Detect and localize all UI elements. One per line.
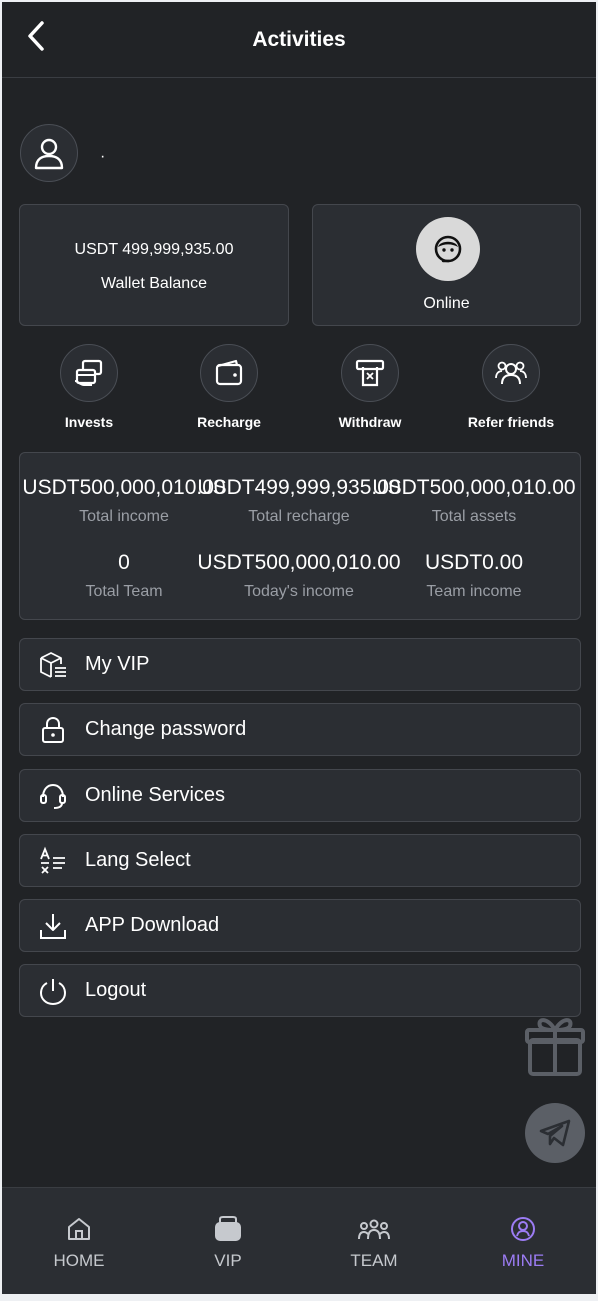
stat-team-income: USDT0.00 Team income — [425, 551, 523, 601]
stat-label: Total recharge — [248, 508, 350, 525]
stat-label: Total assets — [431, 508, 517, 525]
stat-value: USDT0.00 — [424, 551, 524, 574]
stat-total-recharge: USDT499,999,935.00 Total recharge — [197, 476, 400, 526]
menu-item-lang-select[interactable]: Lang Select — [19, 834, 581, 887]
quick-label: Withdraw — [338, 414, 402, 430]
menu-item-app-download[interactable]: APP Download — [19, 899, 581, 952]
language-icon-wrap — [38, 846, 68, 876]
tab-label: TEAM — [350, 1251, 398, 1270]
stat-todays-income: USDT500,000,010.00 Today's income — [197, 551, 400, 601]
user-icon — [34, 138, 64, 170]
quick-label: Invests — [64, 414, 114, 430]
menu-item-my-vip[interactable]: My VIP — [19, 638, 581, 691]
download-icon — [40, 913, 66, 939]
team-icon — [358, 1219, 390, 1240]
vip-box-icon-wrap — [38, 650, 68, 680]
atm-icon — [355, 359, 385, 387]
online-service-card[interactable]: Online — [312, 204, 581, 326]
quick-invests[interactable]: Invests — [29, 344, 149, 430]
lock-icon — [42, 716, 64, 743]
menu-label: APP Download — [85, 914, 220, 936]
lock-icon-wrap — [38, 715, 68, 745]
menu-item-change-password[interactable]: Change password — [19, 703, 581, 756]
gift-button[interactable] — [524, 1014, 586, 1078]
tab-home[interactable]: HOME — [29, 1216, 129, 1271]
tab-label: MINE — [501, 1251, 545, 1270]
language-icon — [40, 846, 65, 874]
quick-recharge[interactable]: Recharge — [169, 344, 289, 430]
quick-label: Recharge — [197, 414, 261, 430]
stat-value: USDT500,000,010.00 — [22, 476, 226, 499]
menu-item-logout[interactable]: Logout — [19, 964, 581, 1017]
headset-icon — [40, 783, 66, 809]
quick-label: Refer friends — [467, 414, 555, 430]
tab-label: VIP — [214, 1251, 242, 1270]
stat-label: Team income — [426, 583, 522, 600]
wallet-card[interactable]: USDT 499,999,935.00 Wallet Balance — [19, 204, 289, 326]
invest-icon — [74, 359, 103, 386]
customer-service-icon — [434, 235, 462, 263]
stat-total-income: USDT500,000,010.00 Total income — [22, 476, 225, 526]
tab-label: HOME — [53, 1251, 105, 1270]
header-bar: Activities — [2, 2, 596, 78]
menu-item-online-services[interactable]: Online Services — [19, 769, 581, 822]
username: · — [100, 148, 106, 165]
stat-label: Today's income — [244, 583, 354, 600]
home-icon — [68, 1218, 90, 1240]
avatar[interactable] — [20, 124, 78, 182]
telegram-icon — [539, 1119, 571, 1147]
wallet-icon-circle — [200, 344, 258, 402]
stat-label: Total Team — [85, 583, 163, 600]
wallet-amount: USDT 499,999,935.00 — [74, 241, 234, 258]
menu-label: Change password — [85, 718, 247, 740]
telegram-button[interactable] — [525, 1103, 585, 1163]
menu-label: My VIP — [85, 653, 150, 675]
vip-icon — [215, 1216, 241, 1241]
online-icon-circle — [416, 217, 480, 281]
friends-icon-circle — [482, 344, 540, 402]
stat-label: Total income — [79, 508, 169, 525]
stat-value: 0 — [118, 551, 130, 574]
mine-icon — [511, 1217, 535, 1241]
power-icon-wrap — [38, 976, 68, 1006]
menu-label: Lang Select — [85, 849, 191, 871]
gift-icon — [525, 1018, 585, 1076]
power-icon — [39, 978, 67, 1005]
online-label: Online — [423, 295, 470, 312]
tab-mine[interactable]: MINE — [473, 1216, 573, 1271]
atm-icon-circle — [341, 344, 399, 402]
app-screen: Activities · USDT 499,999,935.00 Wallet … — [2, 2, 596, 1294]
friends-icon — [495, 361, 527, 385]
wallet-label: Wallet Balance — [100, 275, 208, 292]
quick-refer-friends[interactable]: Refer friends — [451, 344, 571, 430]
quick-withdraw[interactable]: Withdraw — [310, 344, 430, 430]
stat-value: USDT499,999,935.00 — [197, 476, 401, 499]
menu-label: Logout — [85, 979, 147, 1001]
stat-total-assets: USDT500,000,010.00 Total assets — [372, 476, 575, 526]
tab-team[interactable]: TEAM — [324, 1216, 424, 1271]
bottom-tab-bar: HOME VIP TEAM MINE — [2, 1187, 596, 1294]
stat-value: USDT500,000,010.00 — [372, 476, 576, 499]
invest-icon-circle — [60, 344, 118, 402]
tab-vip[interactable]: VIP — [178, 1216, 278, 1271]
headset-icon-wrap — [38, 781, 68, 811]
menu-label: Online Services — [85, 784, 226, 806]
wallet-icon — [215, 359, 243, 386]
stat-total-team: 0 Total Team — [85, 551, 162, 601]
stat-value: USDT500,000,010.00 — [197, 551, 401, 574]
page-title: Activities — [252, 28, 346, 51]
vip-box-icon — [40, 651, 66, 678]
download-icon-wrap — [38, 911, 68, 941]
